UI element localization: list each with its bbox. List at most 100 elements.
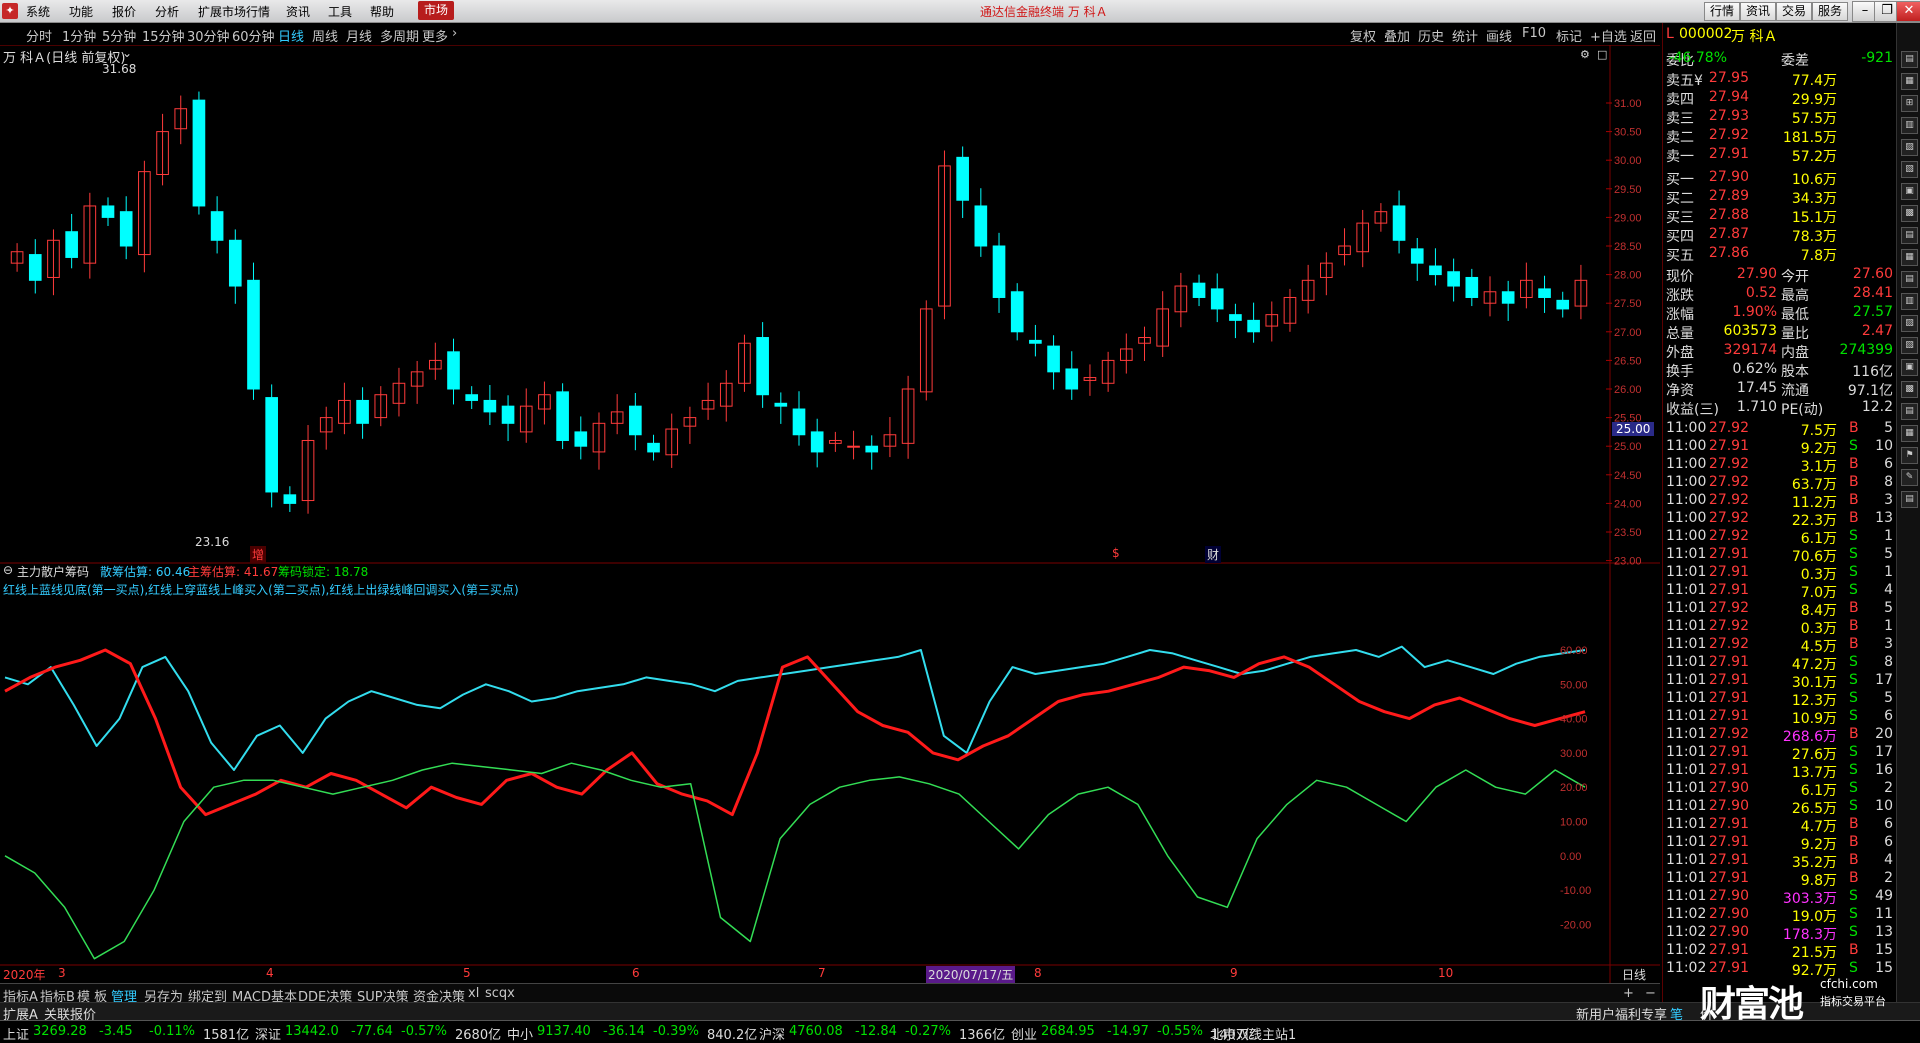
tick-row-2[interactable]: 11:00 27.92 3.1万 B 6: [1663, 455, 1897, 475]
tick-row-18[interactable]: 11:01 27.91 27.6万 S 17: [1663, 743, 1897, 763]
buy-row-2[interactable]: 买三 27.88 15.1万: [1663, 206, 1897, 226]
toolbar-icon-10[interactable]: ▦: [1901, 249, 1918, 266]
toolbar-icon-11[interactable]: ▤: [1901, 271, 1918, 288]
sell-row-0[interactable]: 卖五¥ 27.95 77.4万: [1663, 69, 1897, 89]
toolbar-icon-18[interactable]: ▦: [1901, 425, 1918, 442]
event-mark-dividend[interactable]: $: [1112, 546, 1120, 560]
tick-row-29[interactable]: 11:02 27.91 21.5万 B 15: [1663, 941, 1897, 961]
tick-row-11[interactable]: 11:01 27.92 0.3万 B 1: [1663, 617, 1897, 637]
toolbar-icon-7[interactable]: ▣: [1901, 183, 1918, 200]
toolbar-icon-16[interactable]: ▩: [1901, 381, 1918, 398]
toolbar-icon-3[interactable]: ⊞: [1901, 95, 1918, 112]
close-icon[interactable]: ✕: [1896, 1, 1920, 22]
period-tick[interactable]: 分时: [26, 26, 52, 45]
period-daily[interactable]: 日线: [278, 26, 304, 45]
indicator-collapse-icon[interactable]: ⊖: [3, 563, 13, 577]
toolbar-icon-12[interactable]: ▥: [1901, 293, 1918, 310]
tab-scqx[interactable]: scqx: [485, 986, 515, 1001]
tool-add-watch[interactable]: +自选: [1590, 26, 1627, 45]
buy-row-0[interactable]: 买一 27.90 10.6万: [1663, 168, 1897, 188]
menu-news[interactable]: 资讯: [286, 3, 310, 20]
buy-row-4[interactable]: 买五 27.86 7.8万: [1663, 244, 1897, 264]
menu-help[interactable]: 帮助: [370, 3, 394, 20]
tick-row-14[interactable]: 11:01 27.91 30.1万 S 17: [1663, 671, 1897, 691]
period-multi[interactable]: 多周期: [380, 26, 419, 45]
top-trade-button[interactable]: 交易: [1776, 2, 1813, 21]
toolbar-icon-19[interactable]: ⚑: [1901, 447, 1918, 464]
tick-row-23[interactable]: 11:01 27.91 9.2万 B 6: [1663, 833, 1897, 853]
tick-row-7[interactable]: 11:01 27.91 70.6万 S 5: [1663, 545, 1897, 565]
event-mark-increase[interactable]: 增: [250, 546, 267, 563]
tick-row-28[interactable]: 11:02 27.90 178.3万 S 13: [1663, 923, 1897, 943]
top-news-button[interactable]: 资讯: [1740, 2, 1777, 21]
market-button[interactable]: 市场: [418, 1, 455, 20]
toolbar-icon-9[interactable]: ▤: [1901, 227, 1918, 244]
tick-row-17[interactable]: 11:01 27.92 268.6万 B 20: [1663, 725, 1897, 745]
event-mark-finance[interactable]: 财: [1205, 546, 1222, 563]
tick-row-3[interactable]: 11:00 27.92 63.7万 B 8: [1663, 473, 1897, 493]
tick-row-6[interactable]: 11:00 27.92 6.1万 S 1: [1663, 527, 1897, 547]
sell-row-1[interactable]: 卖四 27.94 29.9万: [1663, 88, 1897, 108]
stat-row-3[interactable]: 总量 603573 量比 2.47: [1663, 322, 1897, 342]
tick-row-22[interactable]: 11:01 27.91 4.7万 B 6: [1663, 815, 1897, 835]
tick-row-21[interactable]: 11:01 27.90 26.5万 S 10: [1663, 797, 1897, 817]
tool-f10[interactable]: F10: [1522, 26, 1546, 41]
stat-row-5[interactable]: 换手 0.62% 股本 116亿: [1663, 360, 1897, 380]
stat-row-0[interactable]: 现价 27.90 今开 27.60: [1663, 265, 1897, 285]
toolbar-icon-6[interactable]: ▧: [1901, 161, 1918, 178]
buy-row-3[interactable]: 买四 27.87 78.3万: [1663, 225, 1897, 245]
tick-row-25[interactable]: 11:01 27.91 9.8万 B 2: [1663, 869, 1897, 889]
chart-canvas[interactable]: 31.0030.5030.0029.5029.0028.5028.0027.50…: [0, 45, 1660, 983]
stat-row-6[interactable]: 净资 17.45 流通 97.1亿: [1663, 379, 1897, 399]
menu-analysis[interactable]: 分析: [155, 3, 179, 20]
tick-row-4[interactable]: 11:00 27.92 11.2万 B 3: [1663, 491, 1897, 511]
toolbar-icon-2[interactable]: ▦: [1901, 73, 1918, 90]
tick-row-16[interactable]: 11:01 27.91 10.9万 S 6: [1663, 707, 1897, 727]
tool-mark[interactable]: 标记: [1556, 26, 1582, 45]
menu-system[interactable]: 系统: [26, 3, 50, 20]
sell-row-4[interactable]: 卖一 27.91 57.2万: [1663, 145, 1897, 165]
tick-row-9[interactable]: 11:01 27.91 7.0万 S 4: [1663, 581, 1897, 601]
commission-ratio-row[interactable]: 委比 -46.78% 委差 -921: [1663, 49, 1897, 69]
tick-row-12[interactable]: 11:01 27.92 4.5万 B 3: [1663, 635, 1897, 655]
tick-row-27[interactable]: 11:02 27.90 19.0万 S 11: [1663, 905, 1897, 925]
tool-history[interactable]: 历史: [1418, 26, 1444, 45]
tool-back[interactable]: 返回: [1630, 26, 1656, 45]
chevron-down-icon[interactable]: ⌄: [122, 46, 132, 60]
settings-icon[interactable]: ⚙: [1580, 48, 1590, 61]
period-weekly[interactable]: 周线: [312, 26, 338, 45]
tool-overlay[interactable]: 叠加: [1384, 26, 1410, 45]
toolbar-icon-1[interactable]: ▤: [1901, 51, 1918, 68]
period-30min[interactable]: 30分钟: [187, 26, 230, 45]
tick-row-5[interactable]: 11:00 27.92 22.3万 B 13: [1663, 509, 1897, 529]
tick-row-13[interactable]: 11:01 27.91 47.2万 S 8: [1663, 653, 1897, 673]
period-60min[interactable]: 60分钟: [232, 26, 275, 45]
tick-row-20[interactable]: 11:01 27.90 6.1万 S 2: [1663, 779, 1897, 799]
menu-function[interactable]: 功能: [69, 3, 93, 20]
tick-row-8[interactable]: 11:01 27.91 0.3万 S 1: [1663, 563, 1897, 583]
tool-draw[interactable]: 画线: [1486, 26, 1512, 45]
maximize-icon[interactable]: □: [1597, 48, 1607, 61]
period-more[interactable]: 更多: [422, 26, 448, 45]
menu-quote[interactable]: 报价: [112, 3, 136, 20]
tick-row-1[interactable]: 11:00 27.91 9.2万 S 10: [1663, 437, 1897, 457]
sell-row-2[interactable]: 卖三 27.93 57.5万: [1663, 107, 1897, 127]
toolbar-icon-17[interactable]: ▤: [1901, 403, 1918, 420]
period-15min[interactable]: 15分钟: [142, 26, 185, 45]
stat-row-7[interactable]: 收益(三) 1.710 PE(动) 12.2: [1663, 398, 1897, 418]
tick-row-26[interactable]: 11:01 27.90 303.3万 S 49: [1663, 887, 1897, 907]
period-1min[interactable]: 1分钟: [62, 26, 96, 45]
tool-adjust[interactable]: 复权: [1350, 26, 1376, 45]
tick-row-24[interactable]: 11:01 27.91 35.2万 B 4: [1663, 851, 1897, 871]
stat-row-4[interactable]: 外盘 329174 内盘 274399: [1663, 341, 1897, 361]
chevron-right-icon[interactable]: ›: [452, 26, 457, 41]
sell-row-3[interactable]: 卖二 27.92 181.5万: [1663, 126, 1897, 146]
period-5min[interactable]: 5分钟: [102, 26, 136, 45]
tab-xl[interactable]: xl: [468, 986, 479, 1001]
toolbar-icon-21[interactable]: ▤: [1901, 491, 1918, 508]
tick-row-15[interactable]: 11:01 27.91 12.3万 S 5: [1663, 689, 1897, 709]
top-quote-button[interactable]: 行情: [1704, 2, 1741, 21]
zoom-out-icon[interactable]: −: [1645, 986, 1656, 1001]
stat-row-2[interactable]: 涨幅 1.90% 最低 27.57: [1663, 303, 1897, 323]
toolbar-icon-5[interactable]: ▨: [1901, 139, 1918, 156]
